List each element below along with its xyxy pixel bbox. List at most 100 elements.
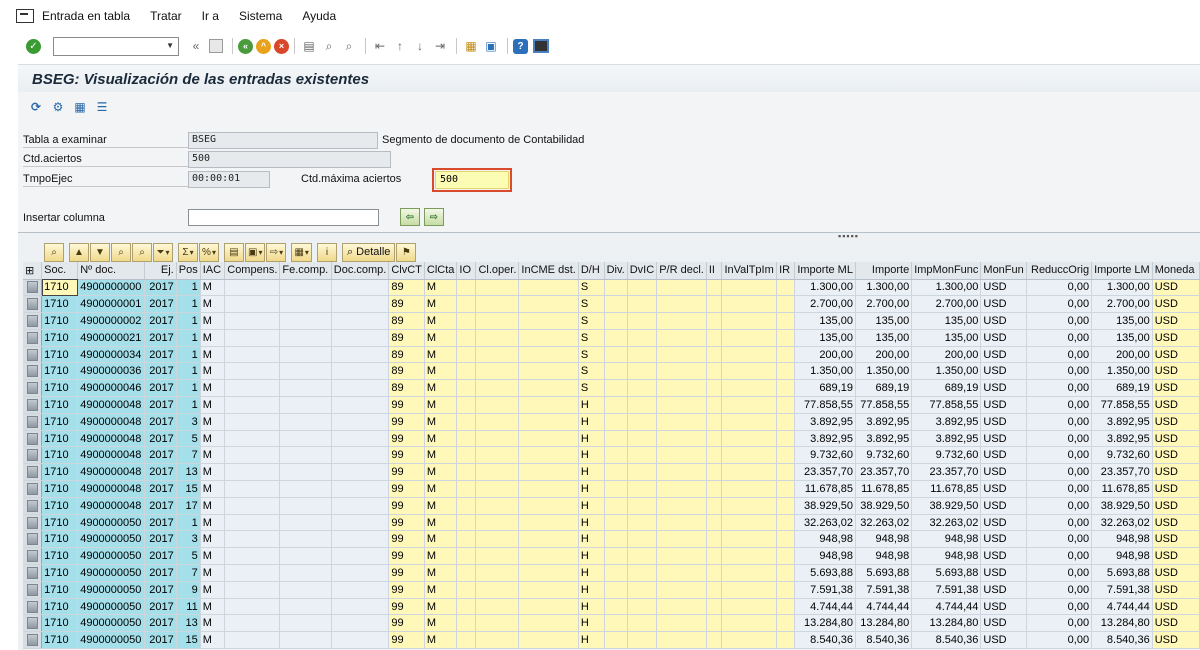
table-cell[interactable]: 2017	[144, 379, 177, 398]
table-cell[interactable]	[456, 279, 477, 297]
table-cell[interactable]: 1710	[41, 530, 79, 549]
table-cell[interactable]: 0,00	[1026, 547, 1093, 566]
table-cell[interactable]: USD	[980, 446, 1027, 465]
table-cell[interactable]	[627, 514, 658, 532]
table-cell[interactable]: 1710	[41, 312, 79, 330]
table-cell[interactable]	[706, 514, 723, 532]
table-cell[interactable]: 0,00	[1026, 430, 1093, 448]
table-cell[interactable]	[518, 430, 579, 448]
table-cell[interactable]	[627, 279, 658, 297]
table-cell[interactable]	[721, 413, 778, 431]
table-cell[interactable]: 89	[388, 295, 425, 314]
table-cell[interactable]	[475, 598, 520, 616]
table-cell[interactable]: 1710	[41, 480, 79, 498]
table-cell[interactable]	[456, 430, 477, 448]
table-cell[interactable]: 4900000050	[77, 581, 146, 599]
table-cell[interactable]	[331, 329, 390, 347]
table-cell[interactable]	[475, 279, 520, 297]
table-cell[interactable]: 99	[388, 614, 425, 633]
table-cell[interactable]: H	[578, 564, 605, 582]
table-cell[interactable]	[518, 581, 579, 599]
table-cell[interactable]: 4900000050	[77, 614, 146, 633]
row-selector[interactable]	[23, 346, 43, 364]
command-field[interactable]	[53, 36, 179, 56]
table-cell[interactable]: 99	[388, 396, 425, 414]
table-cell[interactable]: 1710	[41, 346, 79, 364]
table-cell[interactable]	[776, 547, 796, 566]
table-cell[interactable]: 4900000048	[77, 430, 146, 448]
table-cell[interactable]: 135,00	[1091, 312, 1153, 330]
table-cell[interactable]	[331, 396, 390, 414]
table-cell[interactable]: M	[200, 329, 226, 347]
table-cell[interactable]	[721, 463, 778, 482]
table-cell[interactable]: 4900000046	[77, 379, 146, 398]
table-cell[interactable]: USD	[1152, 497, 1200, 515]
table-cell[interactable]: 135,00	[794, 312, 856, 330]
table-row[interactable]: 1710 4900000050 2017 5 M 99 M H 948,98 948,98 948,…	[23, 547, 1200, 566]
table-cell[interactable]	[331, 530, 390, 549]
table-row[interactable]: 1710 4900000048 2017 3 M 99 M H 3.892,95 3.892,95…	[23, 413, 1200, 431]
table-cell[interactable]: USD	[980, 329, 1027, 347]
table-cell[interactable]: 1.350,00	[855, 362, 913, 381]
table-cell[interactable]: 99	[388, 497, 425, 515]
table-cell[interactable]	[776, 346, 796, 364]
table-cell[interactable]	[279, 480, 332, 498]
table-cell[interactable]: 3.892,95	[1091, 413, 1153, 431]
table-cell[interactable]: 0,00	[1026, 463, 1093, 482]
table-cell[interactable]: 200,00	[855, 346, 913, 364]
table-cell[interactable]: 32.263,02	[855, 514, 913, 532]
table-cell[interactable]: S	[578, 279, 605, 297]
table-cell[interactable]: 689,19	[1091, 379, 1153, 398]
table-cell[interactable]: 948,98	[855, 530, 913, 549]
table-cell[interactable]	[776, 514, 796, 532]
table-cell[interactable]	[656, 329, 707, 347]
table-cell[interactable]	[518, 396, 579, 414]
table-cell[interactable]	[518, 480, 579, 498]
shortcut-icon[interactable]: ▣	[482, 37, 500, 55]
table-cell[interactable]: M	[424, 312, 458, 330]
table-cell[interactable]: 2017	[144, 631, 177, 650]
where-used-icon[interactable]: ⚑	[396, 242, 417, 262]
table-cell[interactable]	[604, 514, 628, 532]
table-cell[interactable]	[721, 497, 778, 515]
table-cell[interactable]: 0,00	[1026, 295, 1093, 314]
table-cell[interactable]: 3.892,95	[794, 413, 856, 431]
table-cell[interactable]: 1	[176, 312, 201, 330]
table-cell[interactable]: USD	[980, 614, 1027, 633]
table-cell[interactable]: 2017	[144, 463, 177, 482]
table-cell[interactable]	[279, 446, 332, 465]
table-cell[interactable]	[706, 497, 723, 515]
table-cell[interactable]	[224, 530, 281, 549]
table-cell[interactable]: M	[200, 413, 226, 431]
table-cell[interactable]: 0,00	[1026, 598, 1093, 616]
table-cell[interactable]	[475, 581, 520, 599]
table-cell[interactable]: 4900000050	[77, 530, 146, 549]
collapse-arrows-icon[interactable]: «	[187, 37, 205, 55]
table-cell[interactable]	[331, 346, 390, 364]
table-cell[interactable]: 1710	[41, 463, 79, 482]
table-cell[interactable]: 4.744,44	[1091, 598, 1153, 616]
table-cell[interactable]: 1.300,00	[911, 279, 982, 297]
table-cell[interactable]	[721, 631, 778, 650]
table-cell[interactable]	[627, 362, 658, 381]
table-cell[interactable]	[331, 362, 390, 381]
table-cell[interactable]	[518, 413, 579, 431]
table-cell[interactable]: H	[578, 530, 605, 549]
table-row[interactable]: 1710 4900000050 2017 13 M 99 M H 13.284,80 13.284…	[23, 614, 1200, 633]
table-cell[interactable]: USD	[1152, 480, 1200, 498]
find-next-icon[interactable]: ⌕	[340, 37, 358, 55]
table-cell[interactable]	[776, 329, 796, 347]
column-header[interactable]: ClCta	[424, 262, 458, 280]
table-row[interactable]: 1710 4900000048 2017 7 M 99 M H 9.732,60 9.732,60…	[23, 446, 1200, 465]
table-cell[interactable]	[279, 564, 332, 582]
table-cell[interactable]: 7.591,38	[794, 581, 856, 599]
table-cell[interactable]: 1710	[41, 446, 79, 465]
table-cell[interactable]: 2017	[144, 430, 177, 448]
table-cell[interactable]: USD	[980, 598, 1027, 616]
table-cell[interactable]	[475, 379, 520, 398]
sum-icon[interactable]: Σ	[178, 242, 198, 262]
table-cell[interactable]	[518, 463, 579, 482]
table-cell[interactable]: 1	[176, 514, 201, 532]
table-cell[interactable]	[279, 497, 332, 515]
row-selector[interactable]	[23, 514, 43, 532]
